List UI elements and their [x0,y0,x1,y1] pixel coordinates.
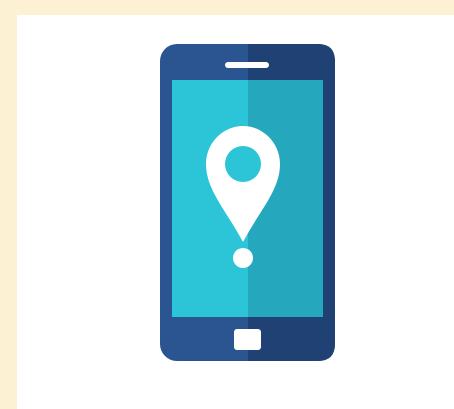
pin-dot [233,248,253,268]
phone-home-button [234,329,261,350]
phone-speaker [225,62,269,68]
smartphone-location-illustration [160,44,335,361]
page-background [0,0,454,409]
pin-center [225,146,261,182]
